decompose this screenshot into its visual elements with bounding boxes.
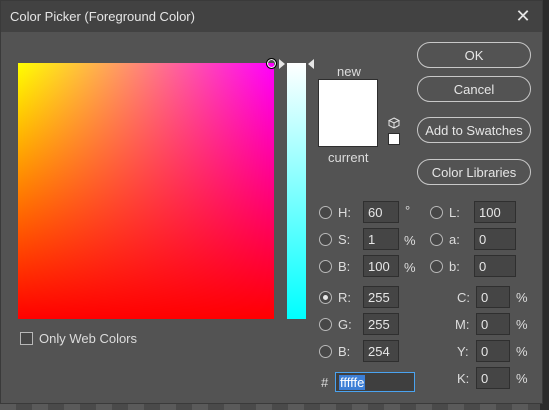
s-unit: % (404, 233, 416, 248)
radio-b-lab[interactable] (430, 260, 443, 273)
m-label: M: (455, 317, 470, 332)
titlebar: Color Picker (Foreground Color) ✕ (1, 1, 542, 32)
websafe-swatch[interactable] (388, 133, 400, 145)
y-label: Y: (457, 344, 469, 359)
hex-prefix: # (321, 375, 329, 390)
current-label: current (328, 150, 369, 165)
r-input[interactable]: 255 (363, 286, 399, 308)
b-rgb-label: B: (338, 344, 351, 359)
k-label: K: (457, 371, 470, 386)
y-unit: % (516, 344, 528, 359)
hex-input[interactable]: fffffe (335, 372, 415, 392)
g-label: G: (338, 317, 352, 332)
color-picker-dialog: Color Picker (Foreground Color) ✕ new cu… (0, 0, 543, 404)
c-input[interactable]: 0 (476, 286, 510, 308)
color-libraries-button[interactable]: Color Libraries (417, 159, 531, 185)
k-input[interactable]: 0 (476, 367, 510, 389)
s-input[interactable]: 1 (363, 228, 399, 250)
y-input[interactable]: 0 (476, 340, 510, 362)
only-web-colors-label: Only Web Colors (39, 331, 138, 346)
radio-r[interactable] (319, 291, 332, 304)
b-rgb-input[interactable]: 254 (363, 340, 399, 362)
add-to-swatches-button[interactable]: Add to Swatches (417, 117, 531, 143)
color-field-marker[interactable] (266, 58, 277, 69)
b-hsb-label: B: (338, 259, 351, 274)
cancel-button[interactable]: Cancel (417, 76, 531, 102)
hue-slider[interactable] (287, 63, 306, 319)
radio-h[interactable] (319, 206, 332, 219)
ok-button[interactable]: OK (417, 42, 531, 68)
radio-a[interactable] (430, 233, 443, 246)
radio-l[interactable] (430, 206, 443, 219)
a-label: a: (449, 232, 460, 247)
only-web-colors-checkbox[interactable] (20, 332, 33, 345)
new-label: new (337, 64, 361, 79)
h-input[interactable]: 60 (363, 201, 399, 223)
slider-arrow-left-icon[interactable] (279, 59, 285, 69)
a-input[interactable]: 0 (474, 228, 516, 250)
m-unit: % (516, 317, 528, 332)
radio-b-rgb[interactable] (319, 345, 332, 358)
k-unit: % (516, 371, 528, 386)
radio-g[interactable] (319, 318, 332, 331)
h-unit: ° (405, 203, 411, 218)
r-label: R: (338, 290, 351, 305)
slider-arrow-right-icon[interactable] (308, 59, 314, 69)
c-label: C: (457, 290, 470, 305)
g-input[interactable]: 255 (363, 313, 399, 335)
m-input[interactable]: 0 (476, 313, 510, 335)
l-input[interactable]: 100 (474, 201, 516, 223)
radio-b-hsb[interactable] (319, 260, 332, 273)
dialog-title: Color Picker (Foreground Color) (10, 9, 195, 24)
color-field[interactable] (18, 63, 274, 319)
s-label: S: (338, 232, 351, 247)
b-lab-label: b: (449, 259, 460, 274)
color-preview-swatch[interactable] (318, 79, 378, 147)
cube-icon[interactable] (388, 117, 400, 129)
b-hsb-unit: % (404, 260, 416, 275)
h-label: H: (338, 205, 351, 220)
radio-s[interactable] (319, 233, 332, 246)
b-lab-input[interactable]: 0 (474, 255, 516, 277)
c-unit: % (516, 290, 528, 305)
l-label: L: (449, 205, 460, 220)
hex-value: fffffe (339, 374, 366, 390)
b-hsb-input[interactable]: 100 (363, 255, 399, 277)
close-icon[interactable]: ✕ (512, 5, 534, 27)
